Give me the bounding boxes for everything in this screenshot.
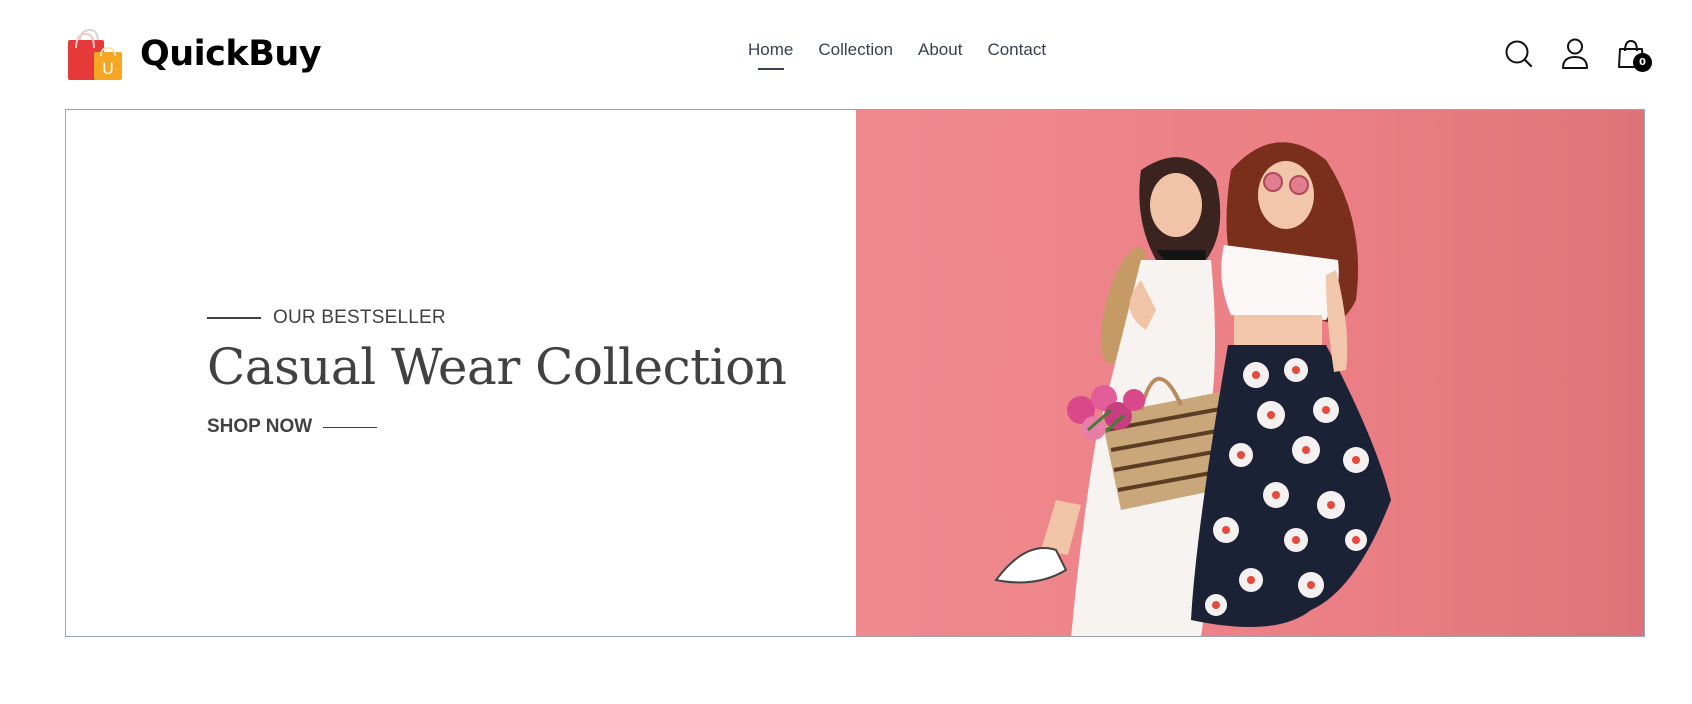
logo-link[interactable]: U QuickBuy — [66, 26, 322, 82]
site-header: U QuickBuy Home Collection About Contact — [0, 0, 1692, 100]
svg-text:U: U — [102, 59, 114, 78]
nav-contact[interactable]: Contact — [987, 40, 1046, 60]
search-icon[interactable] — [1503, 38, 1534, 70]
hero-eyebrow: OUR BESTSELLER — [207, 307, 446, 329]
hero-title: Casual Wear Collection — [207, 338, 787, 396]
eyebrow-divider — [207, 317, 261, 319]
hero-image — [856, 110, 1644, 636]
brand-name: QuickBuy — [140, 34, 322, 74]
cart-count-badge: 0 — [1633, 53, 1652, 72]
cta-divider — [323, 426, 378, 428]
shop-now-button[interactable]: SHOP NOW — [207, 416, 378, 438]
hero-text-panel: OUR BESTSELLER Casual Wear Collection SH… — [66, 110, 856, 636]
header-actions: 0 — [1503, 38, 1652, 72]
hero-banner: OUR BESTSELLER Casual Wear Collection SH… — [65, 109, 1645, 637]
logo-bag-icon: U — [66, 26, 124, 82]
nav-home[interactable]: Home — [748, 40, 793, 60]
nav-collection[interactable]: Collection — [818, 40, 893, 60]
nav-about[interactable]: About — [918, 40, 962, 60]
shopping-bag-icon[interactable]: 0 — [1615, 38, 1652, 72]
hero-photo-illustration — [856, 110, 1644, 636]
shop-now-label: SHOP NOW — [207, 416, 313, 437]
user-icon[interactable] — [1559, 38, 1590, 70]
eyebrow-label: OUR BESTSELLER — [273, 307, 446, 328]
main-nav: Home Collection About Contact — [748, 40, 1046, 60]
